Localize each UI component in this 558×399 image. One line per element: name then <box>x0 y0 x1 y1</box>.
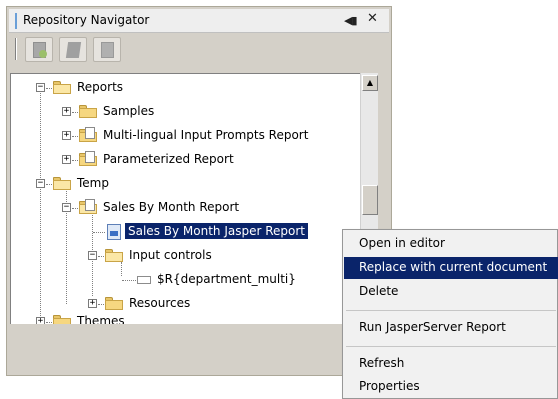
folder-open-icon <box>53 177 71 190</box>
tree-item-themes[interactable]: + Themes <box>11 312 371 324</box>
folder-open-icon <box>105 249 123 262</box>
menu-item-replace-with-current-document[interactable]: Replace with current document <box>344 257 558 279</box>
jrxml-file-icon <box>107 224 121 240</box>
tree-item-sales-by-month-report[interactable]: − Sales By Month Report <box>11 198 371 218</box>
panel-status-bar <box>9 339 389 371</box>
tree-item-label: Input controls <box>129 248 212 262</box>
scroll-thumb[interactable] <box>362 185 378 215</box>
folder-icon <box>105 297 123 310</box>
tree-item-label: Sales By Month Report <box>103 200 240 214</box>
expand-icon[interactable]: + <box>62 107 71 116</box>
expand-icon[interactable]: + <box>62 131 71 140</box>
collapse-icon[interactable]: − <box>62 203 71 212</box>
menu-item-refresh[interactable]: Refresh <box>344 353 558 375</box>
tree-item-label: Resources <box>129 296 191 310</box>
stack-icon <box>65 42 82 58</box>
menu-item-delete[interactable]: Delete <box>344 281 558 303</box>
tree-line <box>72 160 78 161</box>
tree-item-label: $R{department_multi} <box>157 272 296 286</box>
tree-item-label: Themes <box>77 314 125 324</box>
panel-title: Repository Navigator <box>23 13 150 27</box>
folder-icon <box>79 105 97 118</box>
tree-item-samples[interactable]: + Samples <box>11 102 371 122</box>
dock-icon[interactable]: ◀▮ <box>344 14 357 27</box>
tree-item-resources[interactable]: + Resources <box>11 294 371 314</box>
menu-item-label: Open in editor <box>359 236 445 250</box>
menu-item-label: Properties <box>359 379 420 393</box>
collapse-icon[interactable]: − <box>88 251 97 260</box>
folder-icon <box>53 315 71 324</box>
menu-item-label: Replace with current document <box>359 260 548 274</box>
repository-tree[interactable]: − Reports + Samples + Multi-lingual Inpu… <box>10 73 378 324</box>
report-unit-icon <box>79 127 97 142</box>
tree-line <box>46 322 52 323</box>
tree-line <box>122 280 136 281</box>
menu-separator <box>346 310 556 311</box>
menu-item-label: Delete <box>359 284 399 298</box>
toolbar-grip[interactable] <box>15 38 17 60</box>
menu-item-label: Refresh <box>359 356 405 370</box>
tree-line <box>98 304 104 305</box>
report-unit-icon <box>79 151 97 166</box>
panel-title-bar: Repository Navigator ◀▮ ✕ <box>9 9 389 33</box>
expand-icon[interactable]: + <box>62 155 71 164</box>
tree-item-multilingual-report[interactable]: + Multi-lingual Input Prompts Report <box>11 126 371 146</box>
tree-line <box>46 184 52 185</box>
tree-item-department-multi[interactable]: $R{department_multi} <box>11 270 371 290</box>
tree-item-label: Reports <box>77 80 124 94</box>
tree-item-reports[interactable]: − Reports <box>11 78 371 98</box>
input-control-icon <box>137 276 151 284</box>
tree-line <box>46 88 52 89</box>
report-unit-icon <box>79 199 97 214</box>
tree-line <box>72 208 78 209</box>
expand-icon[interactable]: + <box>36 317 45 324</box>
tree-item-sales-by-month-jasper-report[interactable]: Sales By Month Jasper Report <box>11 222 371 242</box>
menu-item-properties[interactable]: Properties <box>344 376 558 398</box>
tree-line <box>72 112 78 113</box>
tree-line <box>72 136 78 137</box>
add-repository-icon <box>33 42 47 58</box>
stack-button[interactable] <box>59 37 87 62</box>
tree-line <box>98 256 104 257</box>
menu-item-label: Run JasperServer Report <box>359 320 506 334</box>
menu-separator <box>346 346 556 347</box>
context-menu: Open in editor Replace with current docu… <box>342 229 558 399</box>
collapse-icon[interactable]: − <box>36 179 45 188</box>
tree-line <box>93 232 105 233</box>
add-repository-button[interactable] <box>25 37 53 62</box>
panel-toolbar <box>9 34 389 65</box>
tree-item-input-controls[interactable]: − Input controls <box>11 246 371 266</box>
menu-item-open-in-editor[interactable]: Open in editor <box>344 233 558 255</box>
tree-item-label: Parameterized Report <box>103 152 234 166</box>
page-icon <box>101 42 114 58</box>
tree-item-label: Samples <box>103 104 155 118</box>
tree-item-temp[interactable]: − Temp <box>11 174 371 194</box>
menu-item-run-jasperserver-report[interactable]: Run JasperServer Report <box>344 317 558 339</box>
close-icon[interactable]: ✕ <box>367 11 378 26</box>
folder-open-icon <box>53 81 71 94</box>
page-button[interactable] <box>93 37 121 62</box>
tree-item-label: Temp <box>77 176 109 190</box>
tree-item-parameterized-report[interactable]: + Parameterized Report <box>11 150 371 170</box>
title-accent <box>15 13 17 29</box>
tree-item-label: Sales By Month Jasper Report <box>125 223 308 239</box>
collapse-icon[interactable]: − <box>36 83 45 92</box>
scroll-up-arrow-icon[interactable]: ▲ <box>362 75 378 91</box>
expand-icon[interactable]: + <box>88 299 97 308</box>
tree-item-label: Multi-lingual Input Prompts Report <box>103 128 309 142</box>
